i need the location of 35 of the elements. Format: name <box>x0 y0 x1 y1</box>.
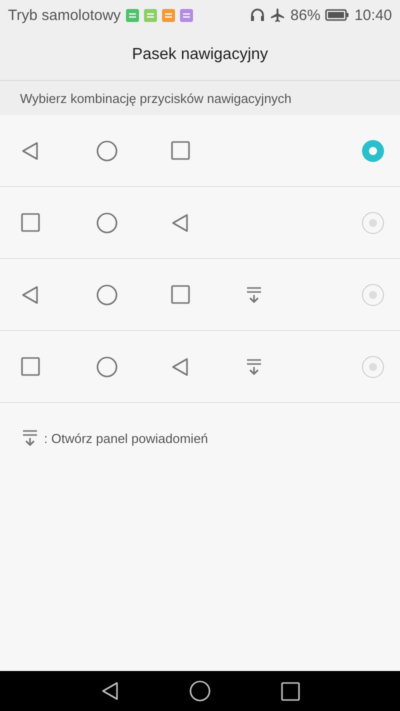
clock-time: 10:40 <box>354 6 392 24</box>
square-icon <box>171 141 190 160</box>
back-icon <box>21 140 39 160</box>
back-icon <box>171 212 189 232</box>
home-icon <box>96 212 118 234</box>
app-icon <box>144 8 157 22</box>
status-text: Tryb samolotowy <box>8 6 121 24</box>
pull-down-icon <box>22 429 38 447</box>
headphones-icon <box>250 8 266 22</box>
back-icon <box>21 284 39 304</box>
square-icon <box>21 357 40 376</box>
pull-down-icon <box>246 286 262 304</box>
square-button[interactable] <box>280 682 300 700</box>
home-icon <box>96 140 118 162</box>
home-icon <box>96 356 118 378</box>
home-button[interactable] <box>188 680 210 702</box>
home-icon <box>96 284 118 306</box>
back-button[interactable] <box>100 681 118 701</box>
legend-text: : Otwórz panel powiadomień <box>44 430 208 446</box>
back-icon <box>171 356 189 376</box>
square-icon <box>171 285 190 304</box>
app-icon <box>162 8 175 22</box>
radio-button[interactable] <box>362 284 384 306</box>
battery-icon <box>325 9 350 21</box>
section-header: Wybierz kombinację przycisków nawigacyjnych <box>0 81 400 115</box>
battery-percent: 86% <box>290 6 320 24</box>
radio-button[interactable] <box>362 212 384 234</box>
square-icon <box>21 213 40 232</box>
app-icon <box>180 8 193 22</box>
app-icon <box>126 8 139 22</box>
pull-down-icon <box>246 358 262 376</box>
screen-title: Pasek nawigacyjny <box>132 46 268 64</box>
radio-button[interactable] <box>362 356 384 378</box>
radio-button[interactable] <box>362 140 384 162</box>
airplane-icon <box>270 8 286 22</box>
